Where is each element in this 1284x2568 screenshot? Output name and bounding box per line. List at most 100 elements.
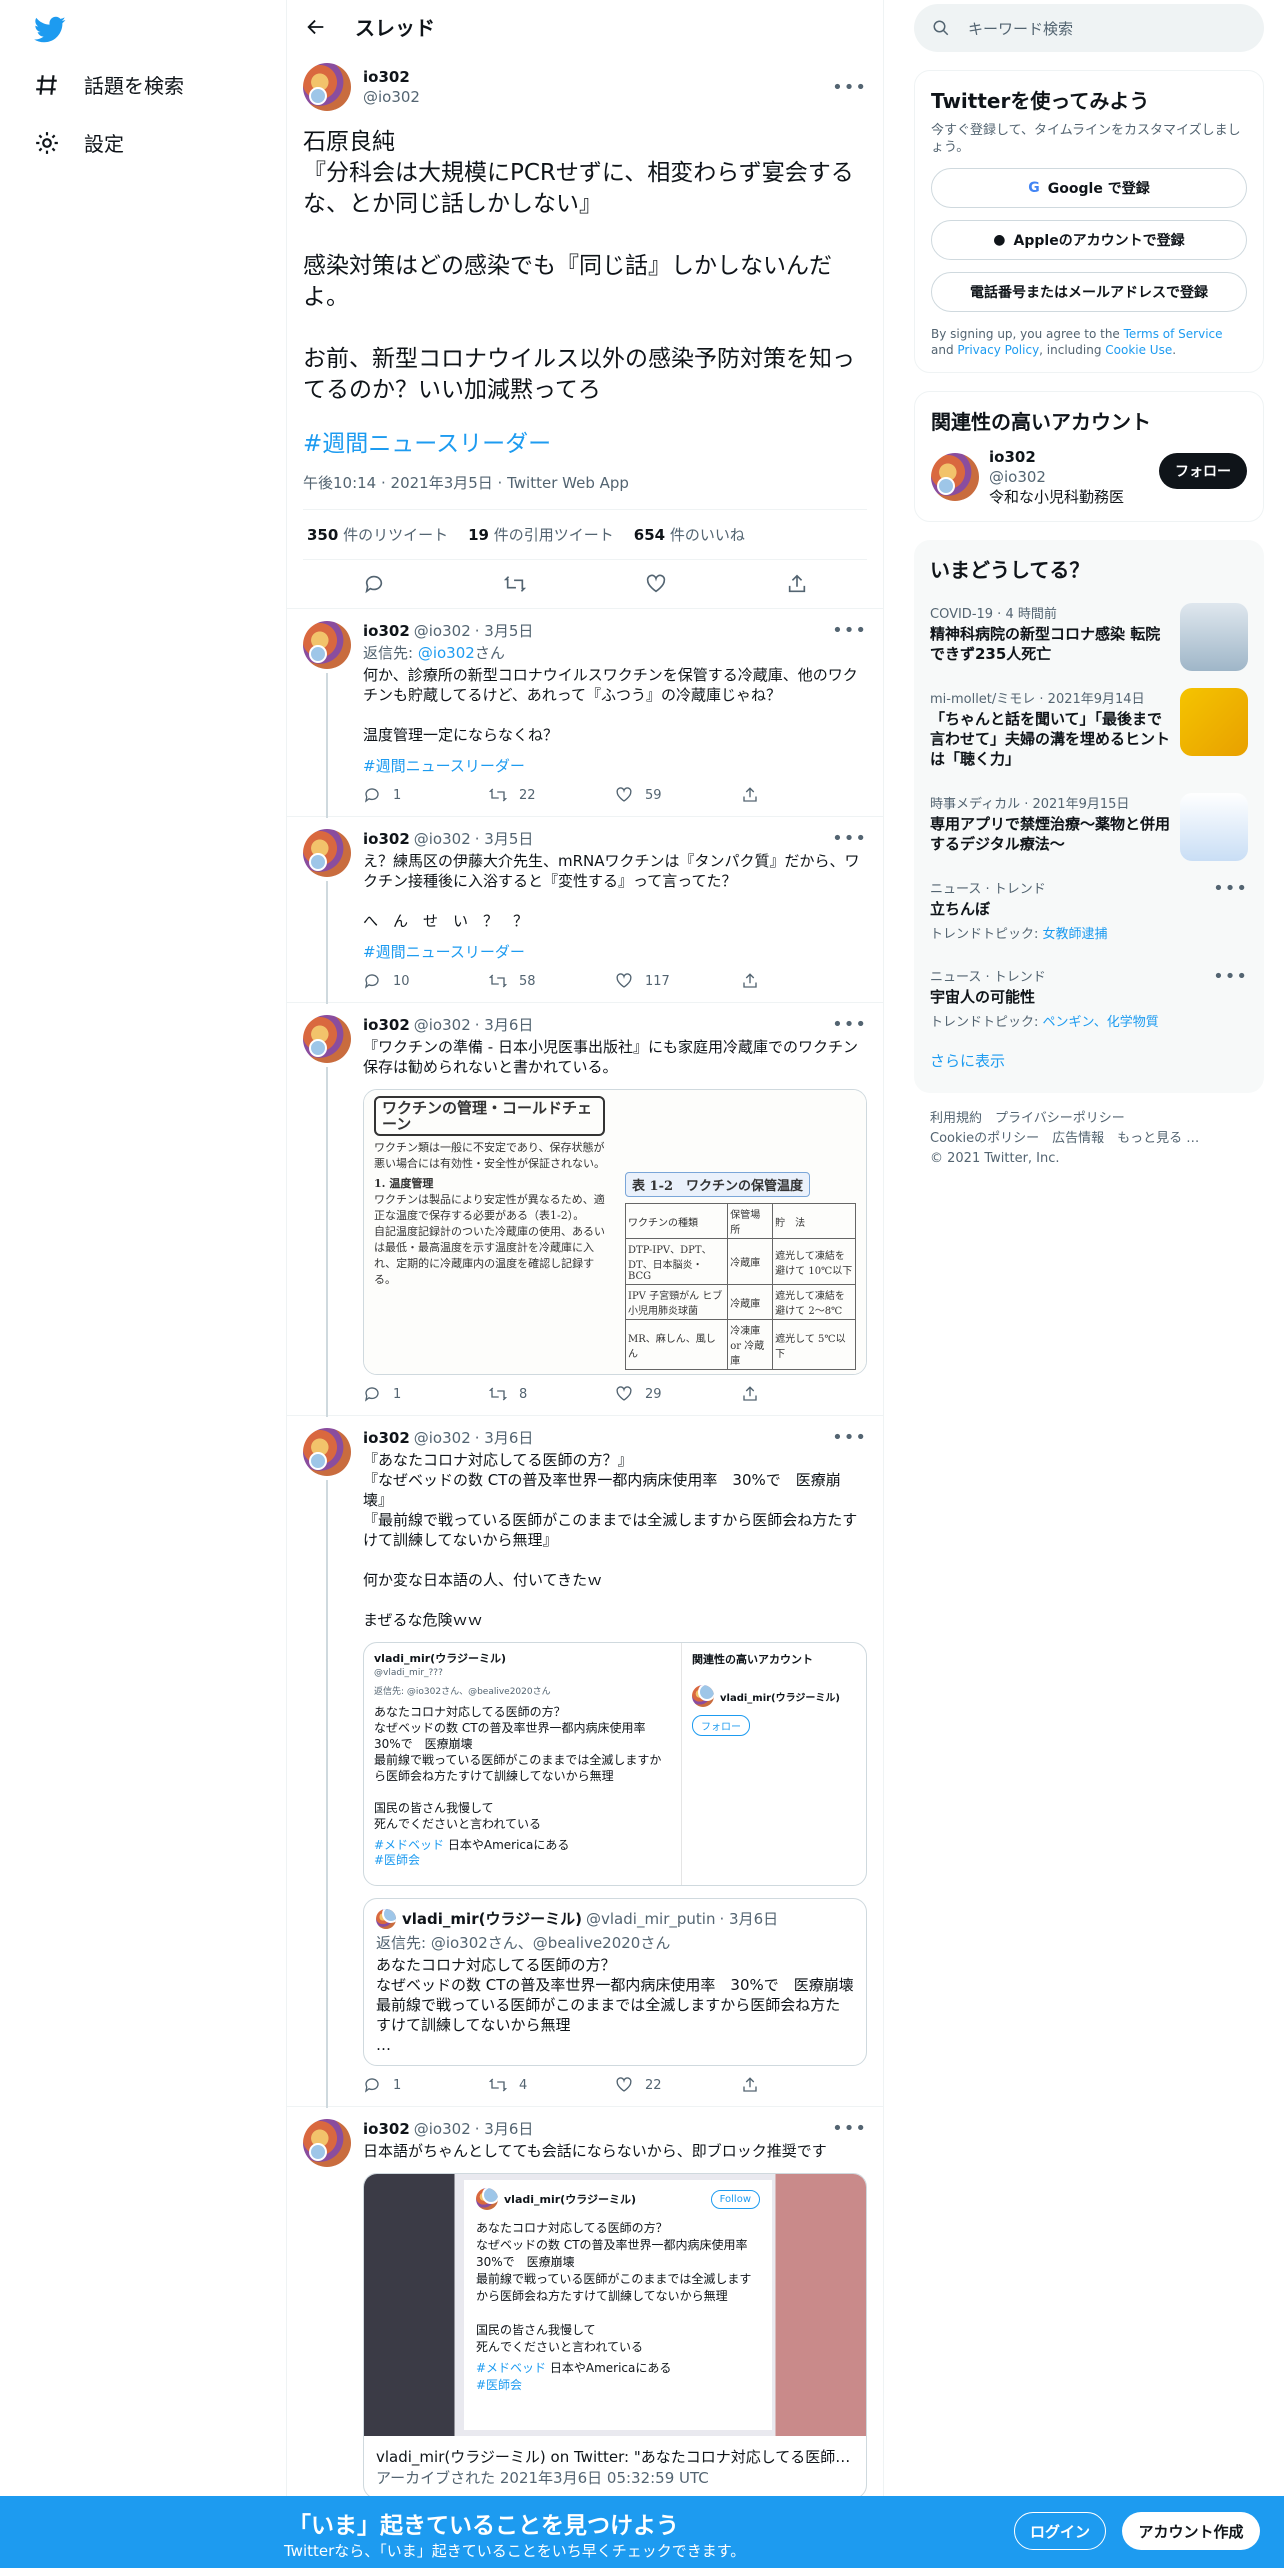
retweet-button[interactable]: 8 (489, 1385, 615, 1403)
follow-button[interactable]: フォロー (1159, 453, 1247, 489)
tweet-timestamp[interactable]: 午後10:14 · 2021年3月5日 · Twitter Web App (303, 472, 867, 510)
reply-button[interactable]: 10 (363, 972, 489, 990)
reply-to-link[interactable]: @io302 (418, 644, 475, 662)
terms-text: By signing up, you agree to the Terms of… (931, 327, 1223, 357)
author-name[interactable]: io302 (363, 829, 410, 849)
reply-tweet[interactable]: io302 @io302 · 3月6日 ••• 『ワクチンの準備 - 日本小児医事出版… (287, 1003, 883, 1417)
more-icon[interactable]: ••• (832, 77, 867, 98)
nav-explore[interactable]: 話題を検索 (34, 70, 184, 99)
nav-settings[interactable]: 設定 (34, 128, 124, 157)
apple-signup-button[interactable]: ● Appleのアカウントで登録 (931, 220, 1247, 260)
author-handle[interactable]: @io302 (414, 1015, 471, 1035)
like-button[interactable]: 29 (615, 1385, 741, 1403)
reply-icon (364, 974, 379, 989)
more-icon[interactable]: ••• (832, 2119, 867, 2139)
hashtag-link[interactable]: #週間ニュースリーダー (303, 424, 867, 458)
more-icon[interactable]: ••• (1213, 878, 1248, 899)
back-arrow-icon[interactable] (305, 16, 327, 38)
terms-link[interactable]: Terms of Service (1124, 327, 1223, 341)
author-handle[interactable]: @io302 (414, 621, 471, 641)
login-button[interactable]: ログイン (1014, 2512, 1106, 2550)
retweet-button[interactable]: 4 (489, 2076, 615, 2094)
search-input[interactable]: キーワード検索 (968, 18, 1073, 39)
reply-tweet[interactable]: io302 @io302 · 3月6日 ••• 日本語がちゃんとしてても会話にならない… (287, 2107, 883, 2511)
reply-button[interactable]: 1 (363, 786, 489, 804)
avatar[interactable] (303, 2119, 351, 2167)
more-icon[interactable]: ••• (832, 829, 867, 849)
retweet-button[interactable]: 22 (489, 786, 615, 804)
show-more-link[interactable]: さらに表示 (930, 1042, 1248, 1079)
link-card[interactable]: vladi_mir(ウラジーミル) Follow あなたコロナ対応してる医師の方？… (363, 2173, 867, 2499)
privacy-link[interactable]: Privacy Policy (957, 343, 1039, 357)
google-signup-button[interactable]: G Google で登録 (931, 168, 1247, 208)
quoted-tweet[interactable]: vladi_mir(ウラジーミル) @vladi_mir_putin · 3月6日 … (363, 1898, 867, 2066)
related-name[interactable]: io302 (989, 447, 1124, 467)
signup-card: Twitterを使ってみよう 今すぐ登録して、タイムラインをカスタマイズしましょ… (914, 70, 1264, 373)
avatar[interactable] (303, 63, 351, 111)
author-handle[interactable]: @io302 (414, 829, 471, 849)
tweet-date[interactable]: · 3月6日 (475, 2119, 534, 2139)
share-icon[interactable] (786, 573, 808, 595)
tweet-date[interactable]: · 3月5日 (475, 621, 534, 641)
hashtag-link[interactable]: #週間ニュースリーダー (363, 941, 867, 962)
author-name[interactable]: io302 (363, 621, 410, 641)
twitter-logo-icon[interactable] (34, 16, 66, 44)
more-icon[interactable]: ••• (832, 1428, 867, 1448)
avatar[interactable] (303, 1428, 351, 1476)
like-button[interactable]: 22 (615, 2076, 741, 2094)
tweet-image[interactable]: ワクチンの管理・コールドチェーン ワクチン類は一般に不安定であり、保存状態が悪い… (363, 1089, 867, 1375)
quote-count[interactable]: 19 件の引用ツイート (468, 524, 614, 545)
trend-item[interactable]: COVID-19 · 4 時間前 精神科病院の新型コロナ感染 転院できず235人… (930, 591, 1248, 676)
more-icon[interactable]: ••• (832, 621, 867, 641)
trend-item[interactable]: ニュース · トレンド 立ちんぼ トレンドトピック: 女教師逮捕 ••• (930, 866, 1248, 954)
tweet-image[interactable]: vladi_mir(ウラジーミル) @vladi_mir_??? 返信先: @i… (363, 1642, 867, 1886)
avatar[interactable] (303, 621, 351, 669)
trend-topic-link[interactable]: 女教師逮捕 (1043, 927, 1108, 942)
author-handle[interactable]: @io302 (414, 1428, 471, 1448)
tweet-date[interactable]: · 3月6日 (475, 1428, 534, 1448)
more-icon[interactable]: ••• (1213, 966, 1248, 987)
author-name[interactable]: io302 (363, 1428, 410, 1448)
reply-button[interactable]: 1 (363, 2076, 489, 2094)
footer-links-1[interactable]: 利用規約 プライバシーポリシー (930, 1109, 1248, 1129)
trend-topic-link[interactable]: ペンギン、化学物質 (1043, 1015, 1159, 1030)
cookie-link[interactable]: Cookie Use (1105, 343, 1172, 357)
signup-button[interactable]: アカウント作成 (1122, 2512, 1260, 2550)
tweet-date[interactable]: · 3月5日 (475, 829, 534, 849)
share-button[interactable] (741, 786, 867, 804)
trend-item[interactable]: 時事メディカル · 2021年9月15日 専用アプリで禁煙治療～薬物と併用するデ… (930, 781, 1248, 866)
retweet-count[interactable]: 350 件のリツイート (307, 524, 448, 545)
reply-tweet[interactable]: io302 @io302 · 3月5日 ••• え？練馬区の伊藤大介先生、mRNAワク… (287, 817, 883, 1004)
author-handle[interactable]: @io302 (363, 87, 420, 107)
avatar[interactable] (303, 829, 351, 877)
phone-signup-button[interactable]: 電話番号またはメールアドレスで登録 (931, 272, 1247, 312)
footer-links-2[interactable]: Cookieのポリシー 広告情報 もっと見る … (930, 1129, 1248, 1149)
like-button[interactable]: 117 (615, 972, 741, 990)
reply-button[interactable]: 1 (363, 1385, 489, 1403)
more-icon[interactable]: ••• (832, 1015, 867, 1035)
share-button[interactable] (741, 1385, 867, 1403)
related-account[interactable]: io302 @io302 令和な小児科勤務医 フォロー (931, 447, 1247, 507)
like-icon[interactable] (645, 573, 667, 595)
author-handle[interactable]: @io302 (414, 2119, 471, 2139)
share-button[interactable] (741, 2076, 867, 2094)
retweet-button[interactable]: 58 (489, 972, 615, 990)
trend-item[interactable]: mi-mollet/ミモレ · 2021年9月14日 「ちゃんと話を聞いて」「最… (930, 676, 1248, 781)
trend-item[interactable]: ニュース · トレンド 宇宙人の可能性 トレンドトピック: ペンギン、化学物質 … (930, 954, 1248, 1042)
avatar[interactable] (303, 1015, 351, 1063)
avatar[interactable] (931, 453, 979, 501)
retweet-icon[interactable] (503, 573, 526, 595)
hashtag-link[interactable]: #週間ニュースリーダー (363, 755, 867, 776)
like-count[interactable]: 654 件のいいね (634, 524, 745, 545)
related-handle[interactable]: @io302 (989, 467, 1124, 487)
reply-icon[interactable] (363, 573, 385, 595)
reply-tweet[interactable]: io302 @io302 · 3月6日 ••• 『あなたコロナ対応してる医師の方？』 … (287, 1416, 883, 2108)
tweet-date[interactable]: · 3月6日 (475, 1015, 534, 1035)
like-button[interactable]: 59 (615, 786, 741, 804)
search-box[interactable]: キーワード検索 (914, 4, 1264, 52)
author-name[interactable]: io302 (363, 1015, 410, 1035)
reply-tweet[interactable]: io302 @io302 · 3月5日 ••• 返信先: @io302さん 何か、診療… (287, 609, 883, 818)
author-name[interactable]: io302 (363, 2119, 410, 2139)
share-button[interactable] (741, 972, 867, 990)
author-name[interactable]: io302 (363, 67, 420, 87)
